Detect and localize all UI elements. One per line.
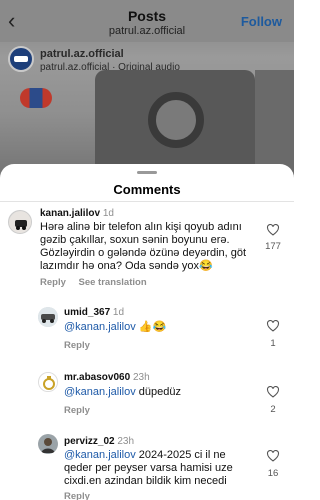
reply-button[interactable]: Reply: [64, 340, 90, 351]
post-author-avatar[interactable]: [8, 46, 34, 72]
mention-link[interactable]: @kanan.jalilov: [64, 321, 136, 333]
avatar[interactable]: [8, 210, 32, 234]
mention-link[interactable]: @kanan.jalilov: [64, 386, 136, 398]
like-count: 177: [265, 241, 281, 252]
like-count: 16: [267, 468, 279, 479]
comment-username[interactable]: kanan.jalilov 1d: [40, 208, 114, 219]
comment-text: @kanan.jalilov 👍😂: [64, 321, 254, 334]
comment-item: mr.abasov060 23h @kanan.jalilov düpedüz …: [0, 368, 294, 422]
comment-text: @kanan.jalilov düpedüz: [64, 386, 254, 399]
comment-username[interactable]: pervizz_02 23h: [64, 436, 134, 447]
avatar[interactable]: [38, 372, 58, 392]
comment-username[interactable]: mr.abasov060 23h: [64, 372, 150, 383]
sheet-title: Comments: [113, 182, 181, 197]
username-text[interactable]: pervizz_02: [64, 436, 115, 447]
sheet-drag-handle[interactable]: [137, 171, 157, 174]
heart-icon[interactable]: [266, 224, 280, 236]
avatar[interactable]: [38, 434, 58, 454]
follow-button[interactable]: Follow: [241, 14, 282, 29]
comment-time: 23h: [117, 436, 135, 447]
comment-item: umid_367 1d @kanan.jalilov 👍😂 Reply 1: [0, 301, 294, 355]
post-overlay-badge: [20, 88, 52, 108]
post-background: ‹ Posts patrul.az.official Follow patrul…: [0, 0, 294, 190]
reply-button[interactable]: Reply: [64, 491, 90, 500]
divider: [0, 201, 294, 202]
like-count: 2: [270, 404, 276, 415]
see-translation-button[interactable]: See translation: [79, 277, 147, 288]
reply-button[interactable]: Reply: [64, 405, 90, 416]
comment-time: 1d: [112, 307, 125, 318]
comment-item: kanan.jalilov 1d Hərə alinə bir telefon …: [0, 204, 294, 292]
reply-button[interactable]: Reply: [40, 277, 66, 288]
post-image-wheel: [148, 92, 204, 148]
username-text[interactable]: mr.abasov060: [64, 372, 130, 383]
heart-icon[interactable]: [266, 320, 280, 332]
comment-username[interactable]: umid_367 1d: [64, 307, 124, 318]
comment-body: 👍😂: [135, 321, 167, 333]
like-count: 1: [270, 338, 276, 349]
comment-actions: Reply: [64, 340, 100, 351]
comment-text: @kanan.jalilov 2024-2025 ci il ne qeder …: [64, 449, 254, 488]
comment-item: pervizz_02 23h @kanan.jalilov 2024-2025 …: [0, 434, 294, 500]
heart-icon[interactable]: [266, 450, 280, 462]
heart-icon[interactable]: [266, 386, 280, 398]
avatar[interactable]: [38, 307, 58, 327]
comment-time: 23h: [132, 372, 150, 383]
mention-link[interactable]: @kanan.jalilov: [64, 449, 136, 461]
comment-actions: Reply: [64, 491, 100, 500]
comment-actions: Reply: [64, 405, 100, 416]
username-text[interactable]: kanan.jalilov: [40, 208, 100, 219]
comment-body: düpedüz: [135, 386, 181, 398]
comments-sheet: Comments kanan.jalilov 1d Hərə alinə bir…: [0, 164, 294, 500]
username-text[interactable]: umid_367: [64, 307, 110, 318]
comment-actions: Reply See translation: [40, 277, 157, 288]
comment-time: 1d: [102, 208, 114, 219]
post-author-username[interactable]: patrul.az.official: [40, 48, 124, 60]
comment-text: Hərə alinə bir telefon alın kişi qoyub a…: [40, 221, 247, 272]
